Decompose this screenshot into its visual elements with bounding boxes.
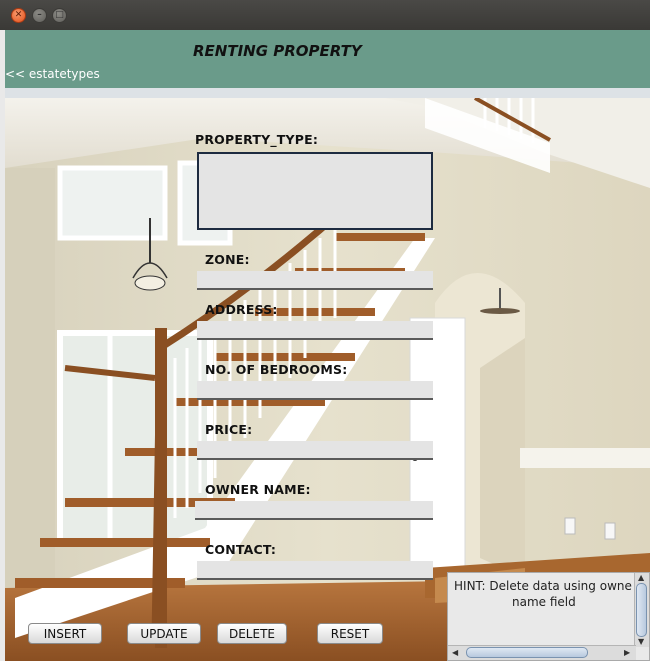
contact-label: CONTACT: [205,542,277,557]
application-window: ✕ – □ RENTING PROPERTY << estatetypes PR… [0,0,650,661]
minimize-icon: – [37,10,42,20]
close-window-button[interactable]: ✕ [11,8,26,23]
header-panel: RENTING PROPERTY << estatetypes [5,30,650,88]
zone-label: ZONE: [205,252,250,267]
delete-button[interactable]: DELETE [217,623,287,644]
address-label: ADDRESS: [205,302,278,317]
address-field[interactable] [197,321,433,340]
maximize-window-button[interactable]: □ [52,8,67,23]
reset-button[interactable]: RESET [317,623,383,644]
price-label: PRICE: [205,422,253,437]
property-type-label: PROPERTY_TYPE: [195,132,319,147]
scroll-up-arrow-icon[interactable]: ▲ [638,573,644,583]
contact-field[interactable] [197,561,433,580]
owner-name-label: OWNER NAME: [205,482,311,497]
bedrooms-label: NO. OF BEDROOMS: [205,362,348,377]
hint-line-1: HINT: Delete data using owne [454,579,632,593]
header-divider [5,88,650,98]
close-icon: ✕ [14,10,23,20]
hint-text: HINT: Delete data using owne name field [454,578,634,610]
zone-field[interactable] [197,271,433,290]
property-type-textarea[interactable] [197,152,433,230]
minimize-window-button[interactable]: – [32,8,47,23]
owner-name-field[interactable] [195,501,433,520]
maximize-icon: □ [55,10,64,20]
vertical-scrollbar[interactable]: ▲ ▼ [634,573,649,647]
back-to-estatetypes-link[interactable]: << estatetypes [5,67,100,81]
scroll-down-arrow-icon[interactable]: ▼ [638,637,644,647]
horizontal-scroll-thumb[interactable] [466,647,588,658]
update-button[interactable]: UPDATE [127,623,201,644]
bedrooms-field[interactable] [197,381,433,400]
price-field[interactable] [197,441,433,460]
scroll-right-arrow-icon[interactable]: ▶ [624,648,630,658]
title-bar: ✕ – □ [0,0,650,30]
horizontal-scrollbar[interactable]: ◀ ▶ [448,645,636,660]
hint-line-2: name field [512,595,576,609]
hint-text-area[interactable]: HINT: Delete data using owne name field … [447,572,650,661]
vertical-scroll-thumb[interactable] [636,583,647,637]
content-pane: RENTING PROPERTY << estatetypes PROPERTY… [5,30,650,661]
scroll-left-arrow-icon[interactable]: ◀ [452,648,458,658]
insert-button[interactable]: INSERT [28,623,102,644]
page-title: RENTING PROPERTY [193,42,362,60]
